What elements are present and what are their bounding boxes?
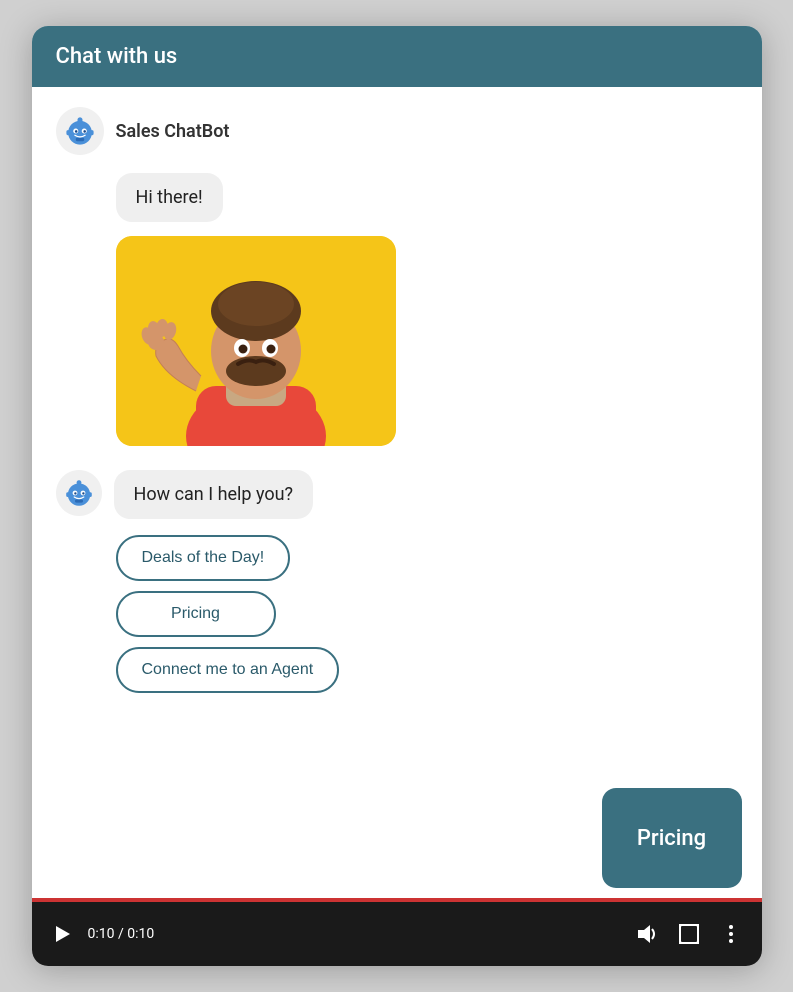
- bot-character-image: [116, 236, 396, 446]
- small-bot-avatar: [56, 470, 102, 516]
- bot-avatar: [56, 107, 104, 155]
- play-icon: [52, 924, 72, 944]
- volume-icon: [636, 923, 658, 945]
- character-svg: [116, 236, 396, 446]
- volume-button[interactable]: [632, 919, 662, 949]
- message-bubble-2: How can I help you?: [114, 470, 314, 519]
- more-options-button[interactable]: [716, 919, 746, 949]
- chat-header-title: Chat with us: [56, 44, 178, 69]
- quick-replies: Deals of the Day! Pricing Connect me to …: [56, 535, 738, 693]
- chat-body: Sales ChatBot Hi there!: [32, 87, 762, 898]
- more-icon: [720, 923, 742, 945]
- message-bubble-1: Hi there!: [116, 173, 223, 222]
- quick-reply-deals[interactable]: Deals of the Day!: [116, 535, 291, 581]
- small-bot-avatar-icon: [63, 477, 95, 509]
- quick-reply-pricing[interactable]: Pricing: [116, 591, 276, 637]
- bot-avatar-icon: [63, 114, 97, 148]
- progress-bar-container[interactable]: [32, 898, 762, 902]
- progress-bar-fill: [32, 898, 762, 902]
- time-display: 0:10 / 0:10: [88, 926, 155, 942]
- device-frame: Chat with us: [32, 26, 762, 966]
- bot-identity: Sales ChatBot: [56, 107, 738, 155]
- fullscreen-button[interactable]: [674, 919, 704, 949]
- message-row-help: How can I help you?: [56, 470, 738, 519]
- chat-header: Chat with us: [32, 26, 762, 87]
- fullscreen-icon: [678, 923, 700, 945]
- play-button[interactable]: [48, 920, 76, 948]
- bot-name: Sales ChatBot: [116, 121, 230, 142]
- pricing-overlay-label: Pricing: [637, 826, 706, 851]
- pricing-overlay-card[interactable]: Pricing: [602, 788, 742, 888]
- messages-area: Hi there!: [56, 173, 738, 446]
- video-controls-bar: 0:10 / 0:10: [32, 902, 762, 966]
- quick-reply-agent[interactable]: Connect me to an Agent: [116, 647, 340, 693]
